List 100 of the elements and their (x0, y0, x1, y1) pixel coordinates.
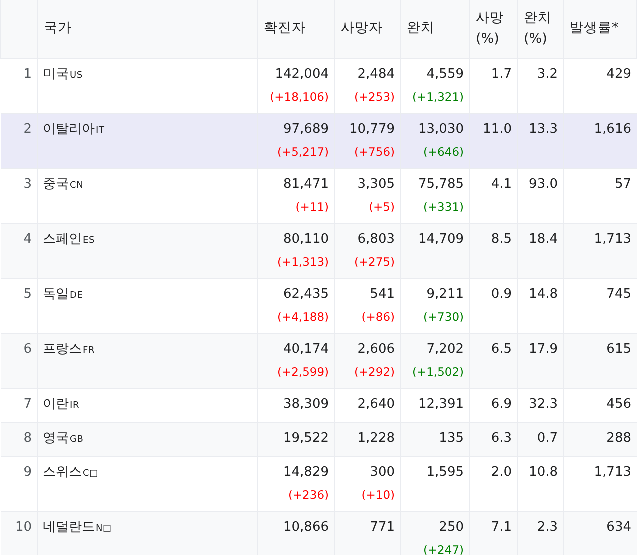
deaths-value: 2,606 (356, 340, 395, 359)
country-name[interactable]: 네덜란드 N□ (43, 520, 112, 535)
rank-cell: 4 (0, 223, 38, 278)
death-rate-value: 2.0 (490, 464, 512, 482)
column-header[interactable]: 사망 (%) (470, 0, 518, 58)
daily-change: (+1,313) (276, 254, 329, 271)
daily-change: (+730) (422, 308, 464, 326)
incidence-rate-value: 429 (606, 66, 632, 84)
confirmed-cases-value: 81,471 (282, 176, 329, 194)
confirmed-cases-value: 142,004 (274, 66, 329, 84)
country-name[interactable]: 이탈리아IT (43, 122, 105, 137)
table-row[interactable]: 1 미국 US 142,004 (+18,106) 2,484 (+253) 4,559 (+1,321) 1.7 3.2 429 (0, 58, 636, 114)
rank-cell: 3 (0, 168, 38, 224)
incidence-rate-value: 1,713 (593, 230, 632, 249)
daily-change: (+247) (422, 542, 464, 555)
deaths-value: 2,640 (356, 396, 395, 414)
deaths-value: 3,305 (356, 176, 395, 194)
column-header[interactable]: 발생률* (564, 0, 636, 58)
daily-change: (+1,321) (411, 88, 464, 106)
daily-change: (+5) (368, 198, 395, 216)
incidence-rate-value: 615 (606, 340, 632, 359)
table-row[interactable]: 10 네덜란드 N□ 10,866 771 250 (+247) 7.1 2.3 634 (0, 511, 636, 555)
country-name[interactable]: 프랑스 FR (43, 342, 96, 357)
table-row[interactable]: 5 독일 DE 62,435 (+4,188) 541 (+86) 9,211 (+730) 0.9 14.8 745 (0, 278, 636, 334)
recovered-value: 4,559 (426, 66, 464, 84)
incidence-rate-value: 288 (606, 430, 632, 448)
deaths-value: 6,803 (356, 230, 395, 249)
incidence-rate-value: 745 (606, 286, 632, 304)
confirmed-cases-value: 97,689 (282, 120, 329, 139)
column-header[interactable]: 완치 (400, 0, 470, 58)
confirmed-cases-value: 14,829 (282, 464, 329, 482)
deaths-value: 300 (369, 464, 395, 482)
rank-cell: 2 (0, 113, 38, 168)
recovery-rate-value: 2.3 (536, 518, 558, 537)
daily-change: (+1,502) (411, 364, 464, 381)
death-rate-value: 6.9 (490, 396, 512, 414)
recovered-value: 13,030 (418, 120, 464, 139)
country-name[interactable]: 미국 US (43, 66, 83, 82)
daily-change: (+646) (422, 144, 464, 161)
confirmed-cases-value: 19,522 (282, 430, 329, 448)
deaths-value: 771 (369, 518, 395, 537)
recovery-rate-value: 93.0 (528, 176, 558, 194)
death-rate-value: 4.1 (490, 176, 512, 194)
country-name[interactable]: 독일 DE (43, 286, 84, 302)
column-header[interactable]: 완치 (%) (518, 0, 564, 58)
death-rate-value: 6.3 (490, 430, 512, 448)
country-name[interactable]: 영국 GB (43, 430, 84, 446)
recovery-rate-value: 18.4 (528, 230, 558, 249)
recovery-rate-value: 0.7 (536, 430, 558, 448)
incidence-rate-value: 1,616 (593, 120, 632, 139)
daily-change: (+253) (353, 88, 395, 106)
rank-cell: 9 (0, 456, 38, 512)
recovered-value: 9,211 (426, 286, 464, 304)
daily-change: (+5,217) (276, 144, 329, 161)
deaths-value: 541 (369, 286, 395, 304)
daily-change: (+756) (353, 144, 395, 161)
deaths-value: 1,228 (356, 430, 395, 448)
country-name[interactable]: 스페인 ES (43, 232, 95, 247)
recovery-rate-value: 14.8 (528, 286, 558, 304)
daily-change: (+10) (360, 486, 395, 504)
table-row[interactable]: 3 중국 CN 81,471 (+11) 3,305 (+5) 75,785 (+331) 4.1 93.0 57 (0, 168, 636, 224)
incidence-rate-value: 1,713 (593, 464, 632, 482)
daily-change: (+2,599) (276, 364, 329, 381)
column-header[interactable]: 국가 (38, 0, 258, 58)
table-row[interactable]: 9 스위스 C□ 14,829 (+236) 300 (+10) 1,595 2.0 10.8 1,713 (0, 456, 636, 512)
incidence-rate-value: 57 (614, 176, 632, 194)
recovered-value: 250 (438, 518, 464, 537)
death-rate-value: 8.5 (490, 230, 512, 249)
recovered-value: 7,202 (426, 340, 464, 359)
deaths-value: 2,484 (356, 66, 395, 84)
rank-cell: 5 (0, 278, 38, 334)
rank-cell: 7 (0, 388, 38, 422)
table-row[interactable]: 8 영국 GB 19,522 1,228 135 6.3 0.7 288 (0, 422, 636, 456)
recovery-rate-value: 32.3 (528, 396, 558, 414)
table-row[interactable]: 2 이탈리아IT 97,689 (+5,217) 10,779 (+756) 13,030 (+646) 11.0 13.3 1,616 (0, 113, 636, 168)
daily-change: (+18,106) (269, 88, 329, 106)
recovered-value: 135 (438, 430, 464, 448)
country-name[interactable]: 이란IR (43, 396, 80, 412)
confirmed-cases-value: 62,435 (282, 286, 329, 304)
table-row[interactable]: 4 스페인 ES 80,110 (+1,313) 6,803 (+275) 14,709 8.5 18.4 1,713 (0, 223, 636, 278)
confirmed-cases-value: 40,174 (282, 340, 329, 359)
country-name[interactable]: 중국 CN (43, 176, 84, 192)
country-name[interactable]: 스위스 C□ (43, 464, 98, 480)
recovery-rate-value: 13.3 (528, 120, 558, 139)
column-header[interactable]: 사망자 (334, 0, 400, 58)
column-header[interactable]: 확진자 (258, 0, 334, 58)
recovered-value: 12,391 (418, 396, 464, 414)
death-rate-value: 6.5 (490, 340, 512, 359)
deaths-value: 10,779 (348, 120, 395, 139)
table-row[interactable]: 6 프랑스 FR 40,174 (+2,599) 2,606 (+292) 7,202 (+1,502) 6.5 17.9 615 (0, 333, 636, 388)
recovery-rate-value: 3.2 (536, 66, 558, 84)
death-rate-value: 7.1 (490, 518, 512, 537)
confirmed-cases-value: 38,309 (282, 396, 329, 414)
rank-cell: 6 (0, 333, 38, 388)
confirmed-cases-value: 80,110 (282, 230, 329, 249)
confirmed-cases-value: 10,866 (282, 518, 329, 537)
daily-change: (+4,188) (276, 308, 329, 326)
table-row[interactable]: 7 이란IR 38,309 2,640 12,391 6.9 32.3 456 (0, 388, 636, 422)
daily-change: (+11) (294, 198, 329, 216)
recovered-value: 1,595 (426, 464, 464, 482)
